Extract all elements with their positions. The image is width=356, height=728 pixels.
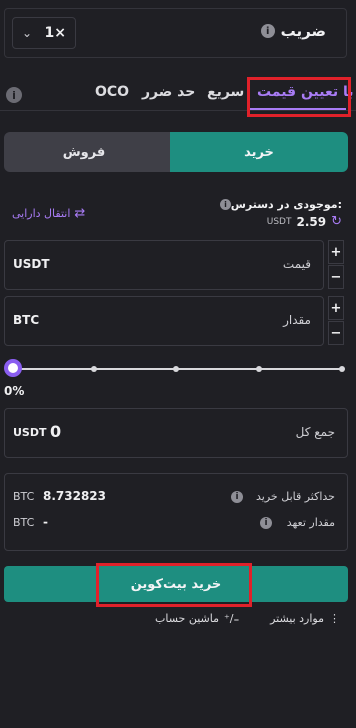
tab-oco[interactable]: OCO bbox=[95, 84, 129, 100]
price-label: قیمت bbox=[282, 257, 311, 271]
info-icon[interactable]: i bbox=[220, 199, 231, 210]
available-unit: USDT bbox=[266, 216, 292, 227]
sell-button[interactable]: فروش bbox=[4, 132, 194, 172]
amount-increment-button[interactable]: + bbox=[328, 296, 344, 320]
price-field[interactable]: USDT قیمت bbox=[4, 240, 324, 290]
leverage-value: 1× bbox=[44, 25, 66, 41]
info-icon[interactable]: i bbox=[6, 87, 22, 103]
more-options[interactable]: موارد بیشتر ⋮ bbox=[270, 612, 340, 625]
total-unit: USDT bbox=[13, 426, 47, 439]
slider-tick[interactable] bbox=[339, 366, 345, 372]
slider-tick[interactable] bbox=[173, 366, 179, 372]
leverage-label: i ضریب bbox=[260, 22, 326, 40]
side-toggle: فروش خرید bbox=[4, 132, 348, 172]
amount-field[interactable]: BTC مقدار bbox=[4, 296, 324, 346]
total-field[interactable]: USDT 0 جمع کل bbox=[4, 408, 348, 458]
slider-tick[interactable] bbox=[256, 366, 262, 372]
commitment-label: مقدار تعهد bbox=[286, 516, 335, 529]
calculator-icon: ⁺∕₌ bbox=[223, 612, 240, 625]
price-unit: USDT bbox=[13, 257, 50, 271]
highlight-box-tab bbox=[247, 77, 351, 117]
transfer-label: انتقال دارایی bbox=[12, 207, 71, 220]
slider-handle[interactable] bbox=[4, 359, 22, 377]
total-label: جمع کل bbox=[295, 425, 335, 439]
tab-stop-loss[interactable]: حد ضرر bbox=[142, 84, 195, 100]
info-icon[interactable]: i bbox=[260, 517, 272, 529]
max-buy-value: 8.732823 bbox=[43, 489, 107, 503]
max-buy-unit: BTC bbox=[13, 490, 35, 503]
available-value: 2.59 bbox=[296, 214, 327, 229]
commitment-unit: BTC bbox=[13, 516, 35, 529]
available-label: موجودی در دسترس: bbox=[230, 198, 342, 211]
leverage-select[interactable]: ⌄ 1× bbox=[12, 17, 76, 49]
buy-button[interactable]: خرید bbox=[170, 132, 348, 172]
slider-tick[interactable] bbox=[91, 366, 97, 372]
price-increment-button[interactable]: + bbox=[328, 240, 344, 264]
calculator-label: ماشین حساب bbox=[155, 612, 219, 625]
slider-percent-label: 0% bbox=[4, 384, 25, 398]
price-decrement-button[interactable]: − bbox=[328, 265, 344, 289]
highlight-box-submit bbox=[96, 563, 252, 607]
commitment-value: - bbox=[43, 515, 48, 529]
more-label: موارد بیشتر bbox=[270, 612, 324, 625]
max-buy-label: حداکثر قابل خرید bbox=[256, 490, 335, 503]
more-vertical-icon: ⋮ bbox=[329, 612, 340, 625]
total-value: 0 bbox=[50, 422, 62, 441]
available-balance: USDT 2.59 ↻ bbox=[267, 214, 342, 229]
tab-market[interactable]: سریع bbox=[207, 84, 244, 100]
order-summary: BTC 8.732823 i حداکثر قابل خرید BTC - i … bbox=[4, 473, 348, 551]
info-icon[interactable]: i bbox=[231, 491, 243, 503]
amount-label: مقدار bbox=[283, 313, 311, 327]
chevron-down-icon: ⌄ bbox=[22, 26, 33, 40]
calculator-link[interactable]: ماشین حساب ⁺∕₌ bbox=[155, 612, 239, 625]
amount-unit: BTC bbox=[13, 313, 40, 327]
swap-arrows-icon: ⇄ bbox=[74, 206, 86, 221]
amount-decrement-button[interactable]: − bbox=[328, 321, 344, 345]
info-icon[interactable]: i bbox=[260, 24, 275, 38]
refresh-icon[interactable]: ↻ bbox=[331, 214, 342, 229]
transfer-link[interactable]: انتقال دارایی ⇄ bbox=[12, 206, 85, 221]
